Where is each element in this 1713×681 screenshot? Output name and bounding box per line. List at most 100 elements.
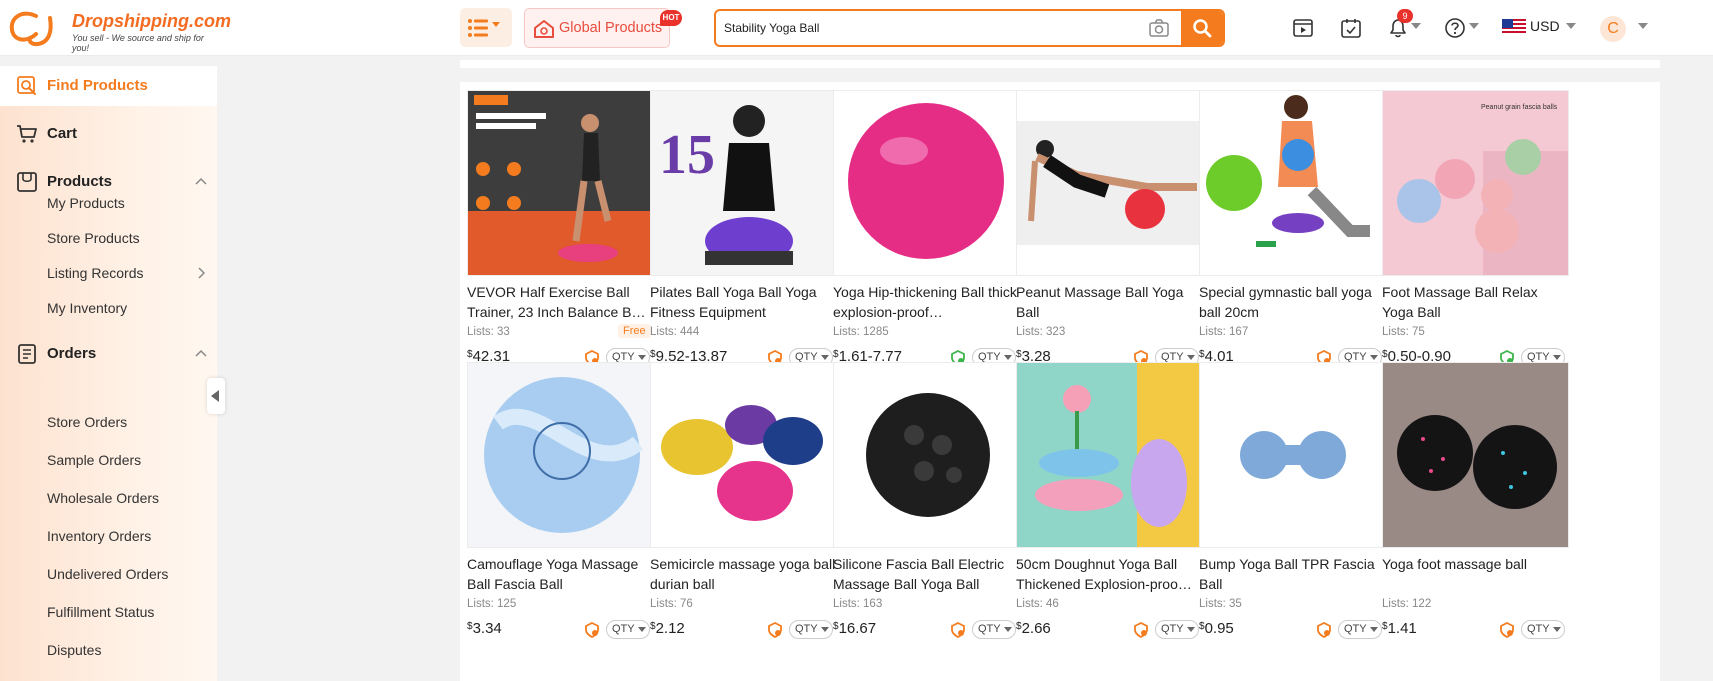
svg-text:15: 15: [659, 124, 715, 186]
chevron-down-icon: [1187, 627, 1195, 632]
product-lists-count: Lists: 35: [1199, 598, 1242, 610]
sidebar-item-undelivered-orders[interactable]: Undelivered Orders: [47, 566, 168, 582]
search-bar: [714, 9, 1225, 47]
qty-dropdown[interactable]: QTY: [606, 620, 650, 639]
cart-icon: [17, 125, 37, 143]
chevron-down-icon: [1370, 627, 1378, 632]
product-image[interactable]: [467, 90, 654, 276]
product-title[interactable]: VEVOR Half Exercise Ball Trainer, 23 Inc…: [467, 282, 655, 322]
global-products-button[interactable]: Global Products: [524, 8, 670, 48]
task-checklist-icon[interactable]: [1340, 17, 1362, 39]
currency-selector[interactable]: USD: [1530, 18, 1560, 34]
product-image[interactable]: Peanut grain fascia balls: [1382, 90, 1569, 276]
sidebar-item-fulfillment-status[interactable]: Fulfillment Status: [47, 604, 154, 620]
avatar[interactable]: C: [1600, 16, 1626, 42]
product-lists-count: Lists: 76: [650, 598, 693, 610]
product-image[interactable]: [1382, 362, 1569, 548]
notification-count-badge: 9: [1397, 9, 1413, 23]
sidebar-item-listing-records[interactable]: Listing Records: [47, 265, 144, 281]
qty-dropdown[interactable]: QTY: [789, 620, 833, 639]
product-lists-count: Lists: 33: [467, 326, 510, 338]
sidebar-item-sample-orders[interactable]: Sample Orders: [47, 452, 141, 468]
chevron-down-icon[interactable]: [1469, 23, 1479, 29]
product-grid: VEVOR Half Exercise Ball Trainer, 23 Inc…: [460, 82, 1660, 681]
sidebar: Find Products Cart Products My Products …: [0, 66, 217, 681]
chevron-down-icon[interactable]: [1411, 23, 1421, 29]
chevron-up-icon[interactable]: [195, 349, 207, 357]
warehouse-icon: [534, 20, 554, 38]
chevron-right-icon[interactable]: [197, 267, 205, 279]
sidebar-item-wholesale-orders[interactable]: Wholesale Orders: [47, 490, 159, 506]
product-image[interactable]: [467, 362, 654, 548]
product-price: $3.34: [467, 620, 502, 637]
product-image[interactable]: [1016, 362, 1203, 548]
orange-shield-icon: [585, 622, 599, 638]
cj-logo-mark-icon: [9, 11, 53, 47]
image-caption: Peanut grain fascia balls: [1481, 104, 1558, 111]
product-image[interactable]: [1199, 90, 1386, 276]
chevron-down-icon: [1553, 627, 1561, 632]
chevron-down-icon: [1553, 355, 1561, 360]
product-image[interactable]: [833, 90, 1020, 276]
sidebar-item-orders[interactable]: Orders: [0, 334, 217, 374]
product-title[interactable]: Peanut Massage Ball Yoga Ball: [1016, 282, 1204, 322]
product-title[interactable]: Camouflage Yoga Massage Ball Fascia Ball: [467, 554, 655, 594]
product-lists-count: Lists: 163: [833, 598, 883, 610]
qty-dropdown[interactable]: QTY: [1155, 620, 1199, 639]
product-image[interactable]: 15: [650, 90, 837, 276]
sidebar-collapse-button[interactable]: [207, 378, 225, 414]
product-image[interactable]: [1199, 362, 1386, 548]
help-icon[interactable]: [1444, 17, 1466, 39]
video-icon[interactable]: [1292, 17, 1314, 39]
product-title[interactable]: Foot Massage Ball Relax Yoga Ball: [1382, 282, 1570, 322]
sidebar-item-find-products[interactable]: Find Products: [0, 66, 217, 106]
qty-dropdown[interactable]: QTY: [1338, 620, 1382, 639]
chevron-down-icon: [821, 355, 829, 360]
sidebar-item-store-products[interactable]: Store Products: [47, 230, 140, 246]
sidebar-item-store-orders[interactable]: Store Orders: [47, 414, 127, 430]
chevron-down-icon: [1004, 355, 1012, 360]
product-image[interactable]: [1016, 90, 1203, 276]
sidebar-item-cart[interactable]: Cart: [0, 114, 217, 154]
product-title[interactable]: Semicircle massage yoga ball durian ball: [650, 554, 838, 594]
product-title[interactable]: Silicone Fascia Ball Electric Massage Ba…: [833, 554, 1021, 594]
logo[interactable]: Dropshipping.com You sell - We source an…: [6, 8, 231, 53]
product-price: $16.67: [833, 620, 877, 637]
product-lists-count: Lists: 125: [467, 598, 517, 610]
product-image[interactable]: [833, 362, 1020, 548]
orange-shield-icon: [951, 622, 965, 638]
category-menu-button[interactable]: [460, 8, 512, 47]
free-shipping-badge: Free: [618, 324, 651, 338]
qty-dropdown[interactable]: QTY: [972, 620, 1016, 639]
product-title[interactable]: Pilates Ball Yoga Ball Yoga Fitness Equi…: [650, 282, 838, 322]
brand-name: Dropshipping.com: [72, 11, 231, 31]
product-price: $0.95: [1199, 620, 1234, 637]
product-title[interactable]: Bump Yoga Ball TPR Fascia Ball: [1199, 554, 1387, 594]
product-image[interactable]: [650, 362, 837, 548]
search-icon: [1193, 19, 1212, 38]
sidebar-item-my-inventory[interactable]: My Inventory: [47, 300, 127, 316]
product-lists-count: Lists: 46: [1016, 598, 1059, 610]
products-icon: [17, 172, 37, 192]
collapse-arrow-icon: [211, 390, 219, 402]
product-lists-count: Lists: 323: [1016, 326, 1066, 338]
sidebar-item-inventory-orders[interactable]: Inventory Orders: [47, 528, 151, 544]
search-button[interactable]: [1181, 11, 1223, 45]
camera-search-icon[interactable]: [1149, 19, 1169, 37]
chevron-down-icon: [821, 627, 829, 632]
sidebar-item-disputes[interactable]: Disputes: [47, 642, 101, 658]
chevron-up-icon[interactable]: [195, 177, 207, 185]
sidebar-item-my-products[interactable]: My Products: [47, 195, 125, 211]
product-lists-count: Lists: 167: [1199, 326, 1249, 338]
product-title[interactable]: Yoga foot massage ball: [1382, 554, 1570, 594]
product-title[interactable]: Yoga Hip-thickening Ball thick explosion…: [833, 282, 1021, 322]
product-title[interactable]: 50cm Doughnut Yoga Ball Thickened Explos…: [1016, 554, 1204, 594]
qty-dropdown[interactable]: QTY: [1521, 620, 1565, 639]
search-input[interactable]: [724, 11, 1144, 45]
chevron-down-icon[interactable]: [1638, 23, 1648, 29]
product-lists-count: Lists: 1285: [833, 326, 889, 338]
chevron-down-icon: [638, 627, 646, 632]
product-title[interactable]: Special gymnastic ball yoga ball 20cm: [1199, 282, 1387, 322]
chevron-down-icon[interactable]: [1566, 23, 1576, 29]
product-price: $1.41: [1382, 620, 1417, 637]
